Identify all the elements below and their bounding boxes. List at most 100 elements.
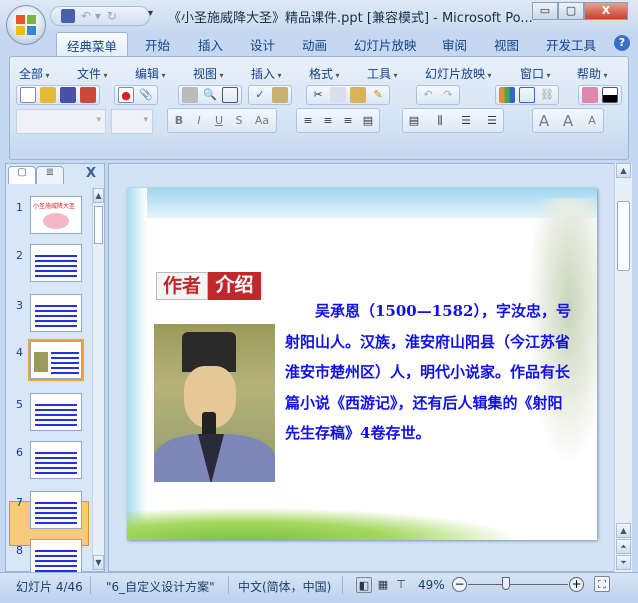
- grow-font-button[interactable]: A: [560, 113, 576, 129]
- change-case-button[interactable]: Aa: [251, 113, 273, 129]
- slide-thumbnail[interactable]: [30, 244, 82, 282]
- menu-file[interactable]: 文件: [77, 65, 108, 82]
- menu-format[interactable]: 格式: [309, 65, 340, 82]
- grid-icon[interactable]: [222, 87, 238, 103]
- spelling-icon[interactable]: ✓: [252, 87, 268, 103]
- menu-slideshow[interactable]: 幻灯片放映: [425, 65, 492, 82]
- prev-slide-button[interactable]: ⏶: [616, 539, 631, 554]
- font-size-combo[interactable]: [111, 109, 153, 134]
- tab-home[interactable]: 开始: [145, 35, 170, 54]
- tab-slideshow[interactable]: 幻灯片放映: [354, 35, 417, 54]
- color-scheme-icon[interactable]: [582, 87, 598, 103]
- minimize-button[interactable]: ▭: [532, 2, 558, 20]
- fit-to-window-button[interactable]: ⛶: [594, 576, 610, 592]
- hyperlink-icon[interactable]: ⛓: [539, 87, 555, 103]
- outline-tab[interactable]: ≣: [36, 166, 64, 184]
- redo-icon[interactable]: ↻: [107, 9, 117, 23]
- table-icon[interactable]: [519, 87, 535, 103]
- bullets-icon[interactable]: ☰: [484, 113, 500, 129]
- align-center-icon[interactable]: ≡: [320, 113, 336, 129]
- shadow-button[interactable]: S: [231, 113, 247, 129]
- copy-icon[interactable]: [330, 87, 346, 103]
- slide-thumbnail[interactable]: [28, 339, 84, 381]
- close-pane-button[interactable]: X: [86, 166, 96, 181]
- open-icon[interactable]: [40, 87, 56, 103]
- permission-icon[interactable]: [80, 87, 96, 103]
- save-icon[interactable]: [61, 9, 75, 23]
- tab-insert[interactable]: 插入: [198, 35, 223, 54]
- numbering-icon[interactable]: ☰: [458, 113, 474, 129]
- slide-sorter-button[interactable]: ▦: [375, 577, 391, 593]
- slide-thumbnail[interactable]: [30, 441, 82, 479]
- print-preview-icon[interactable]: 🔍: [202, 87, 218, 103]
- tab-developer[interactable]: 开发工具: [546, 35, 596, 54]
- redo-icon[interactable]: ↷: [440, 87, 456, 103]
- scroll-up-button[interactable]: ▲: [616, 523, 631, 538]
- next-slide-button[interactable]: ⏷: [616, 555, 631, 570]
- slide-canvas[interactable]: 作者 介绍 吴承恩（1500—1582），字汝忠，号射阳山人。汉族，淮安府山阳县…: [127, 188, 597, 540]
- restore-button[interactable]: ▢: [558, 2, 584, 20]
- save-icon[interactable]: [60, 87, 76, 103]
- zoom-slider-thumb[interactable]: [501, 577, 510, 590]
- tab-view[interactable]: 视图: [494, 35, 519, 54]
- pdf-icon[interactable]: ●: [118, 87, 134, 103]
- bold-button[interactable]: B: [171, 113, 187, 129]
- zoom-slider-track[interactable]: [468, 584, 568, 585]
- menu-insert[interactable]: 插入: [251, 65, 282, 82]
- format-painter-icon[interactable]: ✎: [370, 87, 386, 103]
- menu-tools[interactable]: 工具: [367, 65, 398, 82]
- zoom-out-button[interactable]: −: [452, 577, 467, 592]
- slide-thumbnail[interactable]: [30, 491, 82, 529]
- help-icon[interactable]: ?: [614, 35, 630, 51]
- normal-view-button[interactable]: ◧: [356, 577, 372, 593]
- undo-icon[interactable]: ↶: [420, 87, 436, 103]
- tab-design[interactable]: 设计: [250, 35, 275, 54]
- customize-qat-icon[interactable]: ▾: [148, 8, 153, 19]
- language[interactable]: 中文(简体，中国): [238, 578, 331, 595]
- text-direction-icon[interactable]: ⫼: [432, 113, 448, 129]
- new-icon[interactable]: [20, 87, 36, 103]
- close-button[interactable]: X: [584, 2, 628, 20]
- grayscale-icon[interactable]: [602, 87, 618, 103]
- scroll-up-button[interactable]: ▲: [616, 163, 631, 178]
- editor-scrollbar[interactable]: ▲ ▲ ⏶ ⏷: [614, 163, 632, 572]
- zoom-in-button[interactable]: +: [569, 577, 584, 592]
- slideshow-button[interactable]: ⊤: [393, 577, 409, 593]
- zoom-level[interactable]: 49%: [418, 578, 445, 592]
- line-spacing-icon[interactable]: ▤: [406, 113, 422, 129]
- tab-review[interactable]: 审阅: [442, 35, 467, 54]
- slides-tab[interactable]: ▢: [8, 166, 36, 184]
- cut-icon[interactable]: ✂: [310, 87, 326, 103]
- slide-thumbnail[interactable]: 小圣施威降大圣: [30, 196, 82, 234]
- menu-view[interactable]: 视图: [193, 65, 224, 82]
- chart-icon[interactable]: [499, 87, 515, 103]
- scroll-thumb[interactable]: [94, 206, 103, 244]
- menu-window[interactable]: 窗口: [520, 65, 551, 82]
- menu-help[interactable]: 帮助: [577, 65, 608, 82]
- office-button[interactable]: [6, 5, 46, 45]
- justify-icon[interactable]: ▤: [360, 113, 376, 129]
- font-name-combo[interactable]: [16, 109, 106, 134]
- slide-thumbnail[interactable]: [30, 393, 82, 431]
- italic-button[interactable]: I: [191, 113, 207, 129]
- font-color-button[interactable]: A: [536, 113, 552, 129]
- research-icon[interactable]: [272, 87, 288, 103]
- align-left-icon[interactable]: ≡: [300, 113, 316, 129]
- undo-icon[interactable]: ↶ ▾: [81, 9, 101, 23]
- slide-thumbnail[interactable]: [30, 294, 82, 332]
- paste-icon[interactable]: [350, 87, 366, 103]
- attach-icon[interactable]: 📎: [138, 87, 154, 103]
- pane-scrollbar[interactable]: ▲ ▼: [92, 188, 104, 570]
- tab-animation[interactable]: 动画: [302, 35, 327, 54]
- tab-classic-menu[interactable]: 经典菜单: [56, 32, 129, 56]
- slide-body-text[interactable]: 吴承恩（1500—1582），字汝忠，号射阳山人。汉族，淮安府山阳县（今江苏省淮…: [285, 296, 575, 449]
- menu-edit[interactable]: 编辑: [135, 65, 166, 82]
- align-right-icon[interactable]: ≡: [340, 113, 356, 129]
- scroll-thumb[interactable]: [617, 201, 630, 271]
- print-icon[interactable]: [182, 87, 198, 103]
- underline-button[interactable]: U: [211, 113, 227, 129]
- scroll-up-button[interactable]: ▲: [93, 188, 104, 203]
- scroll-down-button[interactable]: ▼: [93, 555, 104, 570]
- shrink-font-button[interactable]: A: [584, 113, 600, 129]
- menu-all[interactable]: 全部: [19, 65, 50, 82]
